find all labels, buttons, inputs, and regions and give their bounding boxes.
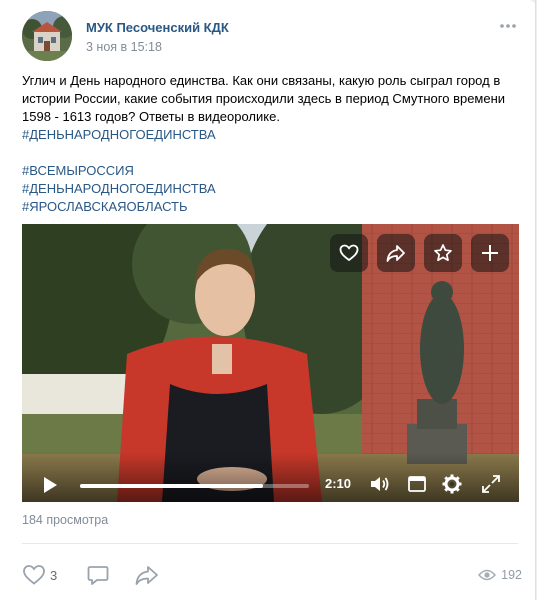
views-stat: 192 — [478, 561, 522, 589]
share-icon — [386, 245, 405, 262]
video-controls: 2:10 — [22, 452, 519, 502]
fullscreen-button[interactable] — [481, 474, 501, 499]
post-text-line: Углич и День народного единства. Как они… — [22, 73, 501, 88]
settings-button[interactable] — [441, 473, 463, 500]
post-text-line: 1598 - 1613 годов? Ответы в видеоролике. — [22, 109, 280, 124]
author-block: МУК Песоченский КДК 3 ноя в 15:18 — [86, 20, 229, 55]
post-actions: 3 192 — [22, 561, 522, 589]
like-video-button[interactable] — [330, 234, 368, 272]
comment-button[interactable] — [86, 561, 110, 589]
divider — [22, 543, 518, 544]
post-text: Углич и День народного единства. Как они… — [22, 72, 516, 216]
video-timecode: 2:10 — [325, 476, 352, 491]
eye-icon — [478, 569, 497, 581]
share-video-button[interactable] — [377, 234, 415, 272]
share-icon — [135, 566, 158, 585]
hashtag-link[interactable]: #ЯРОСЛАВСКАЯОБЛАСТЬ — [22, 198, 516, 216]
play-icon — [44, 477, 57, 493]
settings-icon — [442, 474, 462, 494]
add-video-button[interactable] — [471, 234, 509, 272]
play-button[interactable] — [42, 476, 58, 499]
progress-bar[interactable] — [80, 484, 309, 488]
views-stat-count: 192 — [501, 568, 522, 582]
volume-button[interactable] — [369, 474, 391, 499]
comment-icon — [87, 566, 109, 585]
hashtag-link[interactable]: #ДЕНЬНАРОДНОГОЕДИНСТВА — [22, 126, 516, 144]
like-count: 3 — [50, 567, 58, 583]
post-date[interactable]: 3 ноя в 15:18 — [86, 39, 229, 55]
star-icon — [434, 244, 452, 262]
heart-icon — [23, 565, 45, 585]
hashtag-link[interactable]: #ДЕНЬНАРОДНОГОЕДИНСТВА — [22, 180, 516, 198]
fullscreen-icon — [482, 475, 500, 493]
like-button[interactable]: 3 — [22, 561, 57, 589]
heart-icon — [339, 244, 359, 262]
share-button[interactable] — [134, 561, 160, 589]
miniplayer-button[interactable] — [407, 475, 427, 498]
avatar-image — [22, 11, 72, 61]
video-player[interactable]: 2:10 — [22, 224, 519, 502]
hashtag-link[interactable]: #ВСЕМЫРОССИЯ — [22, 162, 516, 180]
card-border — [535, 0, 536, 600]
plus-icon — [482, 245, 498, 261]
more-icon — [500, 24, 516, 28]
views-count-text: 184 просмотра — [22, 513, 109, 527]
miniplayer-icon — [408, 476, 426, 492]
author-name[interactable]: МУК Песоченский КДК — [86, 20, 229, 36]
favorite-video-button[interactable] — [424, 234, 462, 272]
post-card: МУК Песоченский КДК 3 ноя в 15:18 Углич … — [0, 0, 536, 600]
avatar[interactable] — [22, 11, 72, 61]
post-text-line: истории России, какие события происходил… — [22, 91, 506, 106]
progress-fill — [80, 484, 264, 488]
more-options-button[interactable] — [496, 14, 520, 38]
volume-icon — [371, 477, 389, 491]
